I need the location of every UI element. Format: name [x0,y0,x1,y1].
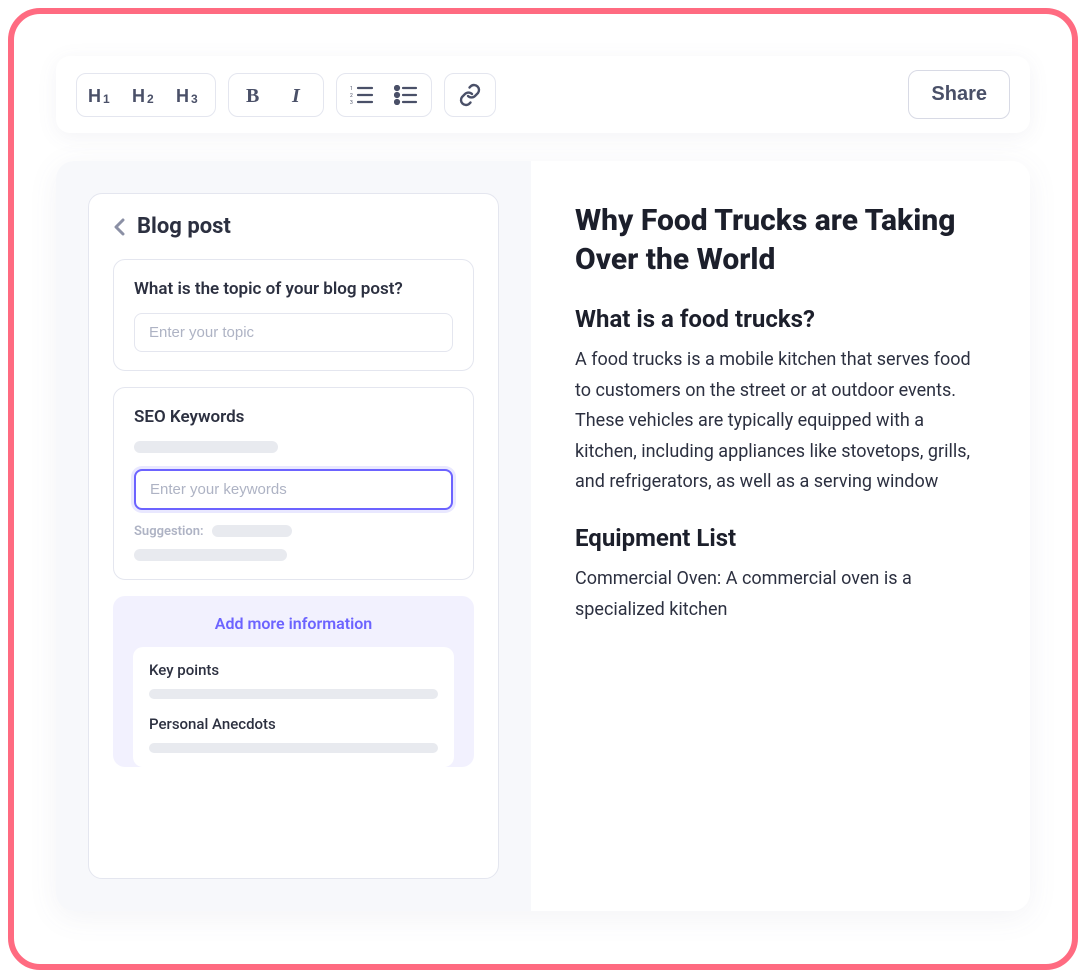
app-frame: H1 H2 H3 B I 1 2 3 [8,8,1078,970]
link-button[interactable] [455,80,485,110]
seo-keywords-input[interactable] [134,469,453,510]
svg-text:H: H [88,86,101,106]
add-more-card: Add more information Key points Personal… [113,596,474,767]
article-h2: What is a food trucks? [575,305,986,333]
back-icon[interactable] [113,218,127,236]
article-h2: Equipment List [575,524,986,552]
article-paragraph: Commercial Oven: A commercial oven is a … [575,564,986,625]
svg-text:3: 3 [191,92,198,106]
svg-text:1: 1 [103,92,110,106]
h2-button[interactable]: H2 [131,80,161,110]
bold-button[interactable]: B [239,80,269,110]
svg-text:I: I [291,85,301,106]
article-paragraph: A food trucks is a mobile kitchen that s… [575,345,986,498]
seo-card: SEO Keywords Suggestion: [113,387,474,580]
skeleton-line [149,743,438,753]
share-button[interactable]: Share [908,70,1010,119]
add-more-title: Add more information [133,614,454,633]
svg-text:H: H [176,86,189,106]
svg-text:2: 2 [147,92,154,106]
seo-label: SEO Keywords [134,406,453,429]
svg-text:B: B [246,85,259,106]
key-points-label: Key points [149,661,438,679]
sidebar-title: Blog post [137,214,231,239]
skeleton-line [134,441,278,453]
svg-text:3: 3 [350,100,353,105]
suggestion-chip[interactable] [212,525,292,537]
sidebar-panel: Blog post What is the topic of your blog… [88,193,499,879]
skeleton-line [134,549,287,561]
ordered-list-button[interactable]: 1 2 3 [347,80,377,110]
topic-card: What is the topic of your blog post? [113,259,474,371]
topic-input[interactable] [134,313,453,352]
editor-toolbar: H1 H2 H3 B I 1 2 3 [56,56,1030,133]
svg-text:H: H [132,86,145,106]
skeleton-line [149,689,438,699]
content-pane: Why Food Trucks are Taking Over the Worl… [531,161,1030,911]
svg-text:2: 2 [350,93,353,99]
add-more-inner: Key points Personal Anecdots [133,647,454,767]
sidebar-header: Blog post [113,214,474,239]
bullet-list-button[interactable] [391,80,421,110]
h3-button[interactable]: H3 [175,80,205,110]
h1-button[interactable]: H1 [87,80,117,110]
workspace: Blog post What is the topic of your blog… [56,161,1030,911]
link-group [444,73,496,117]
svg-text:1: 1 [350,86,353,92]
suggestion-row: Suggestion: [134,524,453,539]
italic-button[interactable]: I [283,80,313,110]
heading-group: H1 H2 H3 [76,73,216,117]
list-group: 1 2 3 [336,73,432,117]
topic-label: What is the topic of your blog post? [134,278,453,301]
article-title: Why Food Trucks are Taking Over the Worl… [575,201,986,279]
suggestion-label: Suggestion: [134,524,204,539]
sidebar: Blog post What is the topic of your blog… [56,161,531,911]
anecdotes-label: Personal Anecdots [149,715,438,733]
format-group: B I [228,73,324,117]
